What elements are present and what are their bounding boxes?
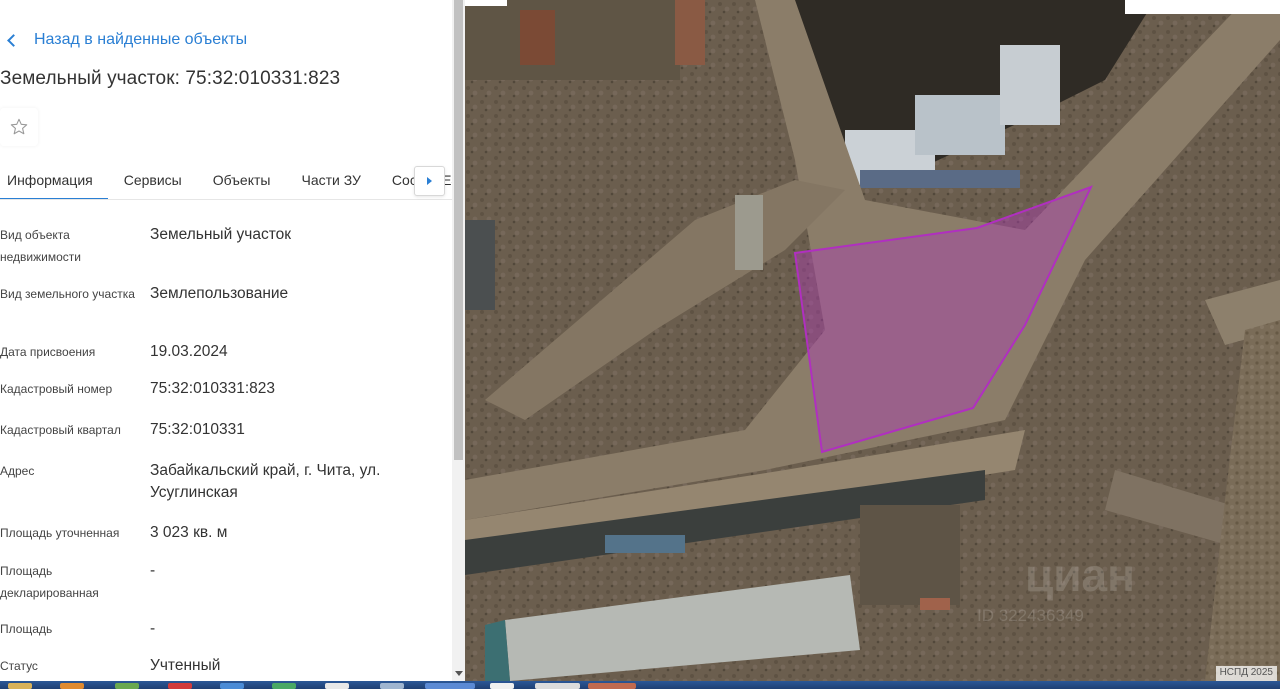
tab-services[interactable]: Сервисы (108, 162, 197, 199)
field-value: 75:32:010331 (150, 421, 245, 438)
field-value: 19.03.2024 (150, 343, 228, 360)
field-label: Адрес (0, 464, 35, 478)
info-panel: Назад в найденные объекты Земельный учас… (0, 0, 452, 681)
field-row: Кадастровый номер 75:32:010331:823 (0, 378, 440, 400)
taskbar-app-icon[interactable] (168, 683, 192, 689)
scrollbar-thumb[interactable] (454, 0, 463, 460)
field-row: Площадь - (0, 618, 440, 640)
tabs-scroll-right-button[interactable] (414, 166, 445, 196)
field-row: Статус Учтенный (0, 655, 440, 677)
field-row: Дата присвоения 19.03.2024 (0, 341, 440, 363)
field-label: Кадастровый номер (0, 382, 113, 396)
field-row: Вид земельного участка Землепользование (0, 283, 440, 305)
field-value: Учтенный (150, 657, 221, 674)
watermark-id: ID 322436349 (977, 606, 1084, 625)
field-label: Площадь декларированная (0, 564, 99, 600)
field-value: 3 023 кв. м (150, 524, 228, 541)
field-label: Площадь уточненная (0, 526, 120, 540)
taskbar-app-icon[interactable] (380, 683, 404, 689)
field-label: Дата присвоения (0, 345, 96, 359)
field-value: Землепользование (150, 285, 289, 302)
taskbar-app-icon[interactable] (272, 683, 296, 689)
taskbar-app-icon[interactable] (220, 683, 244, 689)
taskbar-app-icon[interactable] (535, 683, 580, 689)
field-row: Площадь уточненная 3 023 кв. м (0, 522, 440, 544)
back-to-results-link[interactable]: Назад в найденные объекты (6, 29, 247, 51)
satellite-imagery (465, 0, 1280, 681)
tab-parcel-parts[interactable]: Части ЗУ (285, 162, 375, 199)
field-label: Статус (0, 659, 38, 673)
field-value: Земельный участок (150, 226, 292, 243)
field-label: Вид земельного участка (0, 287, 135, 301)
favorite-button[interactable] (0, 108, 38, 146)
field-value: - (150, 620, 156, 637)
taskbar-app-icon[interactable] (115, 683, 139, 689)
field-label: Площадь (0, 622, 53, 636)
arrow-down-icon (454, 670, 463, 676)
os-taskbar (0, 681, 1280, 689)
field-row: Площадь декларированная - (0, 560, 440, 604)
page-title: Земельный участок: 75:32:010331:823 (0, 68, 341, 89)
field-row: Адрес Забайкальский край, г. Чита, ул. У… (0, 460, 440, 504)
taskbar-app-icon[interactable] (8, 683, 32, 689)
scroll-down-button[interactable] (454, 668, 463, 678)
tab-bar: Информация Сервисы Объекты Части ЗУ Сост… (0, 162, 452, 200)
caret-right-icon (427, 177, 432, 185)
field-label: Вид объекта недвижимости (0, 228, 81, 264)
field-label: Кадастровый квартал (0, 423, 121, 437)
field-value: - (150, 562, 156, 579)
tab-objects[interactable]: Объекты (197, 162, 286, 199)
field-value: 75:32:010331:823 (150, 380, 275, 397)
watermark-logo: циан (1025, 549, 1135, 601)
star-icon (10, 118, 28, 135)
taskbar-app-icon[interactable] (325, 683, 349, 689)
field-value: Забайкальский край, г. Чита, ул. Усуглин… (150, 462, 381, 501)
field-row: Вид объекта недвижимости Земельный участ… (0, 224, 440, 268)
chevron-left-icon (7, 33, 20, 47)
panel-scrollbar[interactable] (452, 0, 465, 681)
taskbar-app-icon[interactable] (425, 683, 475, 689)
taskbar-app-icon[interactable] (490, 683, 514, 689)
satellite-map[interactable]: циан ID 322436349 НСПД 2025 (465, 0, 1280, 681)
back-link-label: Назад в найденные объекты (34, 31, 248, 48)
map-attribution: НСПД 2025 (1215, 666, 1277, 681)
taskbar-app-icon[interactable] (588, 683, 636, 689)
taskbar-app-icon[interactable] (60, 683, 84, 689)
field-row: Кадастровый квартал 75:32:010331 (0, 419, 440, 441)
tab-information[interactable]: Информация (0, 162, 108, 199)
